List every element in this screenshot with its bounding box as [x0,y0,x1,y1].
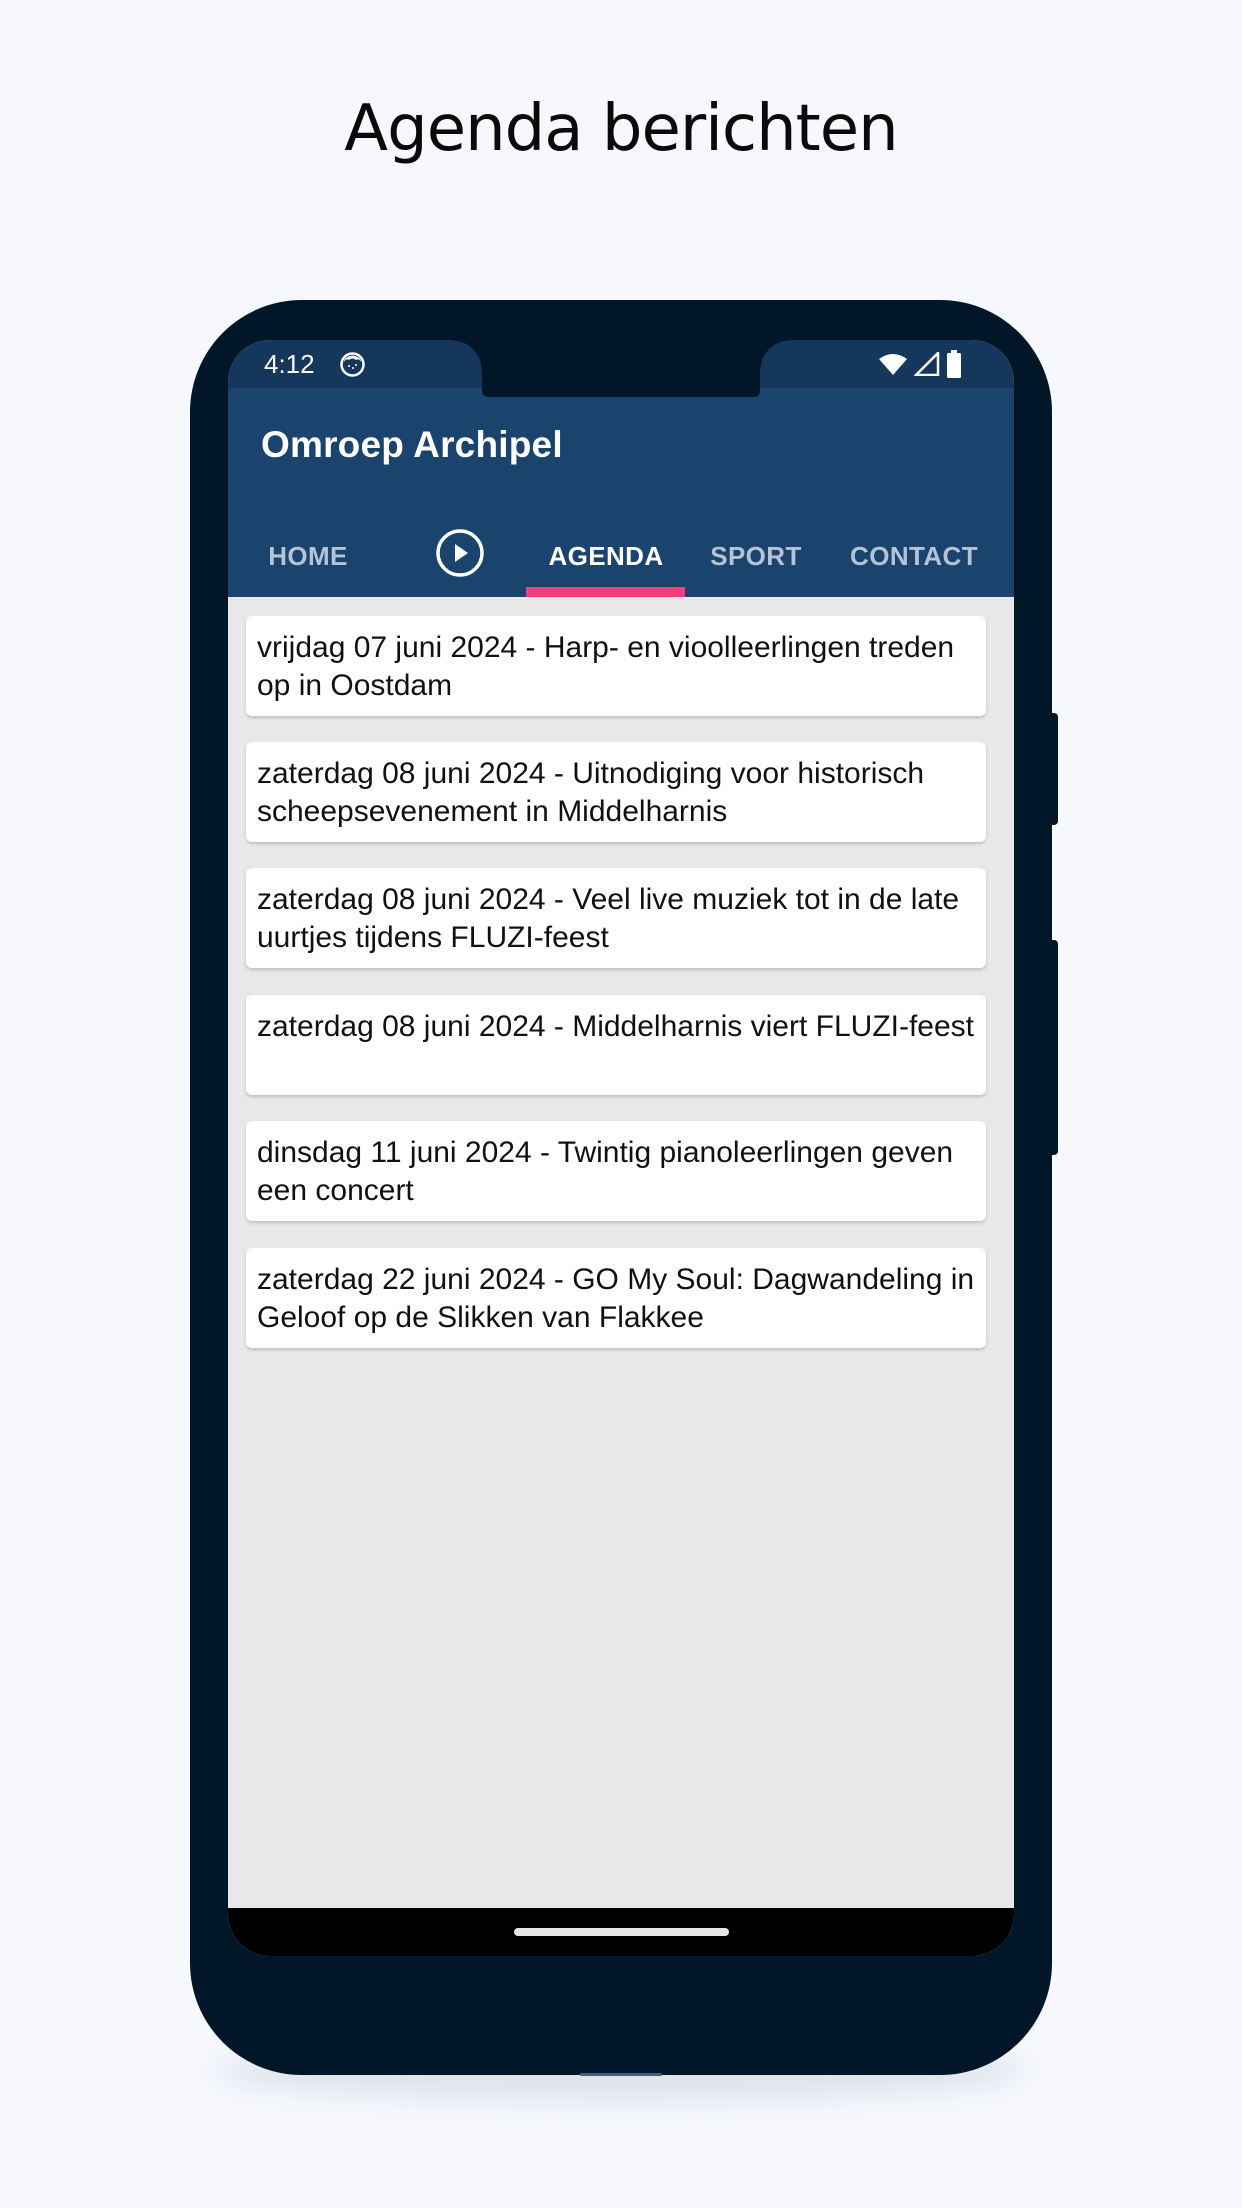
app-notification-icon [340,352,365,377]
system-navigation-bar [228,1908,1014,1956]
tab-contact-label: CONTACT [850,541,978,571]
agenda-item-text: vrijdag 07 juni 2024 - Harp- en vioollee… [257,631,955,702]
agenda-item[interactable]: zaterdag 08 juni 2024 - Uitnodiging voor… [246,742,986,842]
status-time: 4:12 [264,349,315,379]
tab-live-stream[interactable] [388,516,532,597]
agenda-item[interactable]: zaterdag 08 juni 2024 - Middelharnis vie… [246,995,986,1095]
tab-home-label: HOME [268,541,348,571]
display-notch [452,340,790,397]
agenda-item[interactable]: vrijdag 07 juni 2024 - Harp- en vioollee… [246,616,986,716]
battery-icon [946,350,962,378]
agenda-item-text: zaterdag 08 juni 2024 - Middelharnis vie… [257,1010,975,1043]
wifi-icon [878,352,908,376]
agenda-item[interactable]: dinsdag 11 juni 2024 - Twintig pianoleer… [246,1121,986,1221]
home-gesture-handle[interactable] [514,1928,729,1936]
phone-screen: 4:12 Omroep Archipel HOME AGENDA SPORT C… [228,340,1014,1956]
agenda-item-text: dinsdag 11 juni 2024 - Twintig pianoleer… [257,1136,954,1207]
tab-agenda-label: AGENDA [548,541,664,571]
tab-home[interactable]: HOME [228,516,388,597]
agenda-item[interactable]: zaterdag 08 juni 2024 - Veel live muziek… [246,868,986,968]
tab-bar: HOME AGENDA SPORT CONTACT [228,516,1014,597]
agenda-list[interactable]: vrijdag 07 juni 2024 - Harp- en vioollee… [228,597,1014,1908]
tab-contact[interactable]: CONTACT [826,516,1002,597]
play-circle-icon [435,528,485,585]
tab-sport[interactable]: SPORT [686,516,826,597]
power-button [1050,713,1058,825]
status-icons [878,350,962,378]
app-title: Omroep Archipel [261,424,563,465]
usb-port [580,2073,662,2076]
agenda-item-text: zaterdag 22 juni 2024 - GO My Soul: Dagw… [257,1263,975,1334]
agenda-item-text: zaterdag 08 juni 2024 - Uitnodiging voor… [257,757,925,828]
tab-agenda[interactable]: AGENDA [526,516,686,597]
volume-button [1050,940,1058,1155]
active-tab-indicator [526,587,685,597]
agenda-item-text: zaterdag 08 juni 2024 - Veel live muziek… [257,883,960,954]
app-bar: Omroep Archipel HOME AGENDA SPORT CONTAC… [228,388,1014,597]
promo-title: Agenda berichten [344,92,898,166]
agenda-item[interactable]: zaterdag 22 juni 2024 - GO My Soul: Dagw… [246,1248,986,1348]
cellular-signal-icon [914,352,940,376]
tab-sport-label: SPORT [710,541,802,571]
